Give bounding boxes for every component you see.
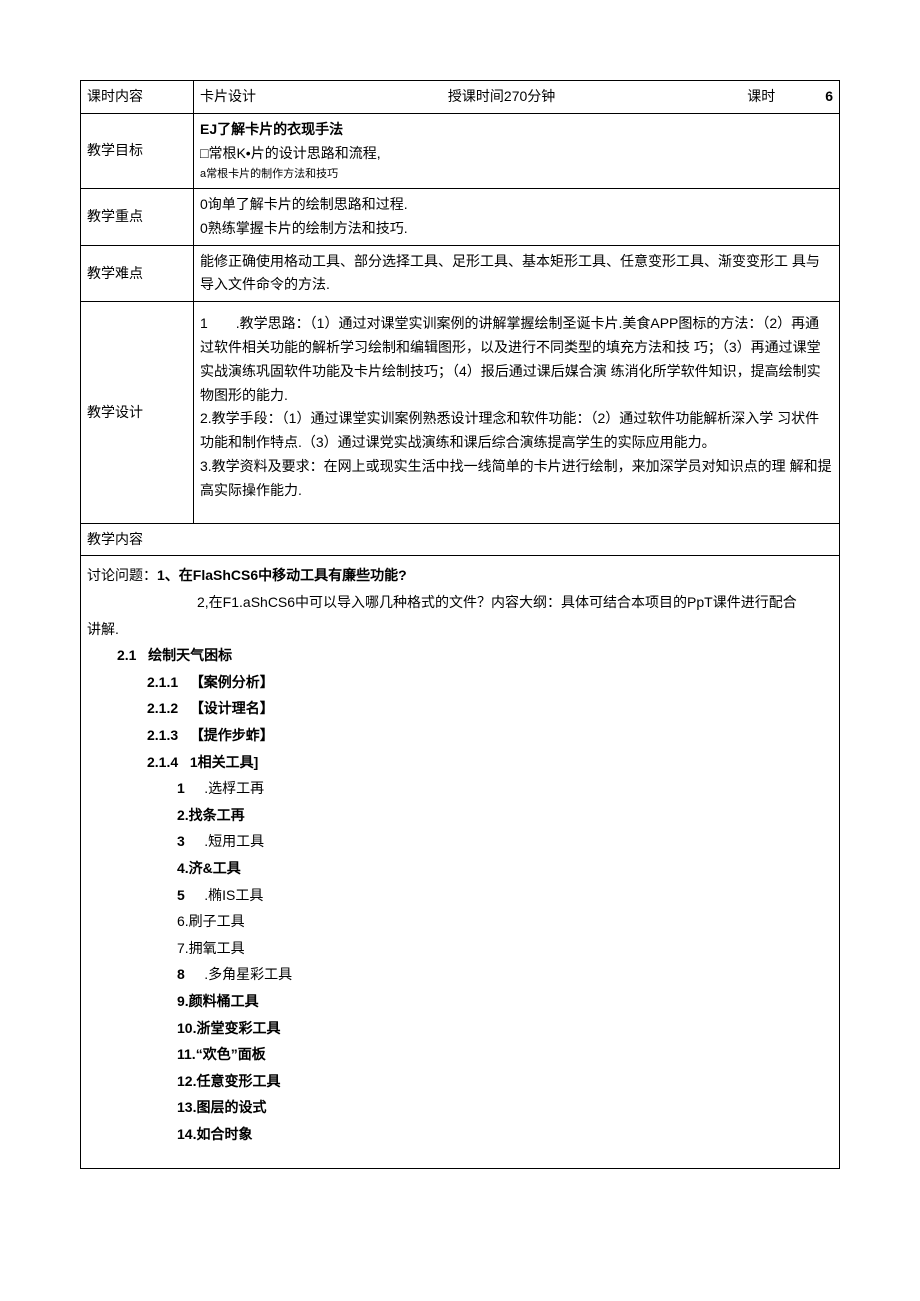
tool-6: 6.刷子工具: [87, 908, 833, 935]
value-period: 6: [825, 85, 833, 109]
discussion-q1: 1、在FlaShCS6中移动工具有廉些功能?: [157, 567, 407, 583]
tool-2: 2.找条工再: [87, 802, 833, 829]
cell-lesson-content-values: 卡片设计 授课时间270分钟 课时 6: [194, 81, 840, 114]
row-difficulty: 教学难点 能修正确使用格动工具、部分选择工具、足形工具、基本矩形工具、任意变形工…: [81, 245, 840, 302]
discussion-q2: 2,在F1.aShCS6中可以导入哪几种格式的文件？内容大纲：具体可结合本项目的…: [87, 589, 833, 616]
cell-design: 1 .教学思路：（1）通过对课堂实训案例的讲解掌握绘制圣诞卡片.美食APP图标的…: [194, 302, 840, 523]
focus-2: 0熟练掌握卡片的绘制方法和技巧.: [200, 217, 833, 241]
label-period: 课时: [747, 85, 775, 109]
goal-line-2: □常根K•片的设计思路和流程,: [200, 142, 833, 166]
label-lesson-content: 课时内容: [81, 81, 194, 114]
label-goals: 教学目标: [81, 113, 194, 188]
tool-9: 9.颜料桶工具: [87, 988, 833, 1015]
goal-line-3: a常根卡片的制作方法和技巧: [200, 165, 833, 184]
discussion-line-1: 讨论问题：1、在FlaShCS6中移动工具有廉些功能?: [87, 562, 833, 589]
tool-14: 14.如合时象: [87, 1121, 833, 1148]
section-2-1-4: 2.1.4 1相关工具]: [87, 749, 833, 776]
row-goals: 教学目标 EJ了解卡片的衣现手法 □常根K•片的设计思路和流程, a常根卡片的制…: [81, 113, 840, 188]
tool-12: 12.任意变形工具: [87, 1068, 833, 1095]
section-2-1-3: 2.1.3 【提作步蚱】: [87, 722, 833, 749]
value-teach-time: 授课时间270分钟: [448, 85, 555, 109]
value-card-design: 卡片设计: [200, 85, 256, 109]
tool-10: 10.浙堂变彩工具: [87, 1015, 833, 1042]
tool-3: 3 .短用工具: [87, 828, 833, 855]
row-lesson-content: 课时内容 卡片设计 授课时间270分钟 课时 6: [81, 81, 840, 114]
label-focus: 教学重点: [81, 189, 194, 246]
label-difficulty: 教学难点: [81, 245, 194, 302]
tool-13: 13.图层的设式: [87, 1094, 833, 1121]
tool-1: 1 .选桴工再: [87, 775, 833, 802]
tool-8: 8 .多角星彩工具: [87, 961, 833, 988]
tool-11: 11.“欢色”面板: [87, 1041, 833, 1068]
content-title: 教学内容: [81, 523, 840, 556]
tool-7: 7.拥氧工具: [87, 935, 833, 962]
cell-focus: 0询单了解卡片的绘制思路和过程. 0熟练掌握卡片的绘制方法和技巧.: [194, 189, 840, 246]
section-2-1-2: 2.1.2 【设计理名】: [87, 695, 833, 722]
section-2-1-1: 2.1.1 【案例分析】: [87, 669, 833, 696]
lesson-info-table: 课时内容 卡片设计 授课时间270分钟 课时 6 教学目标 EJ了解卡片的衣现手…: [80, 80, 840, 556]
tool-4: 4.济&工具: [87, 855, 833, 882]
discussion-prefix: 讨论问题：: [87, 567, 157, 583]
row-content-title: 教学内容: [81, 523, 840, 556]
cell-difficulty: 能修正确使用格动工具、部分选择工具、足形工具、基本矩形工具、任意变形工具、渐变变…: [194, 245, 840, 302]
tool-5: 5 .椭IS工具: [87, 882, 833, 909]
cell-goals: EJ了解卡片的衣现手法 □常根K•片的设计思路和流程, a常根卡片的制作方法和技…: [194, 113, 840, 188]
focus-1: 0询单了解卡片的绘制思路和过程.: [200, 193, 833, 217]
section-2-1: 2.1 绘制天气困标: [87, 642, 833, 669]
label-design: 教学设计: [81, 302, 194, 523]
row-design: 教学设计 1 .教学思路：（1）通过对课堂实训案例的讲解掌握绘制圣诞卡片.美食A…: [81, 302, 840, 523]
discussion-tail: 讲解.: [87, 616, 833, 643]
goal-line-1: EJ了解卡片的衣现手法: [200, 118, 833, 142]
content-body: 讨论问题：1、在FlaShCS6中移动工具有廉些功能? 2,在F1.aShCS6…: [80, 556, 840, 1168]
row-focus: 教学重点 0询单了解卡片的绘制思路和过程. 0熟练掌握卡片的绘制方法和技巧.: [81, 189, 840, 246]
